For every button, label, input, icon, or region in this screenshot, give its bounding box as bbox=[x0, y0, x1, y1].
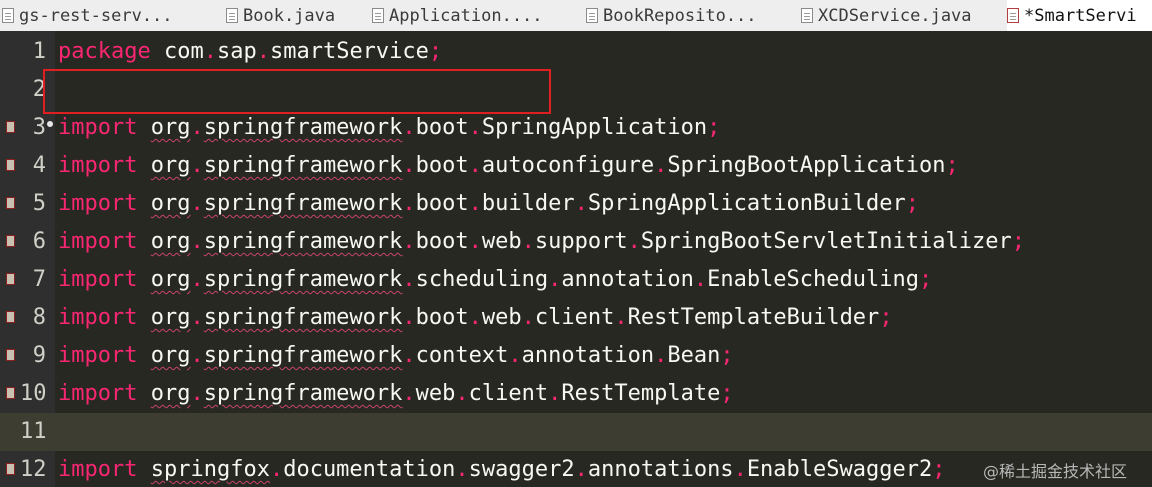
code-line[interactable]: 6 import org.springframework.boot.web.sup… bbox=[0, 223, 1152, 261]
code-line[interactable]: 1 package com.sap.smartService; bbox=[0, 33, 1152, 71]
tab-xcdservice-java[interactable]: XCDService.java bbox=[801, 0, 999, 31]
watermark: @稀土掘金技术社区 bbox=[983, 462, 1128, 481]
tab-book-java[interactable]: Book.java bbox=[226, 0, 366, 31]
code-line[interactable]: 12 import springfox.documentation.swagger… bbox=[0, 451, 1152, 487]
code-text: import org.springframework.boot.SpringAp… bbox=[58, 115, 721, 140]
java-file-icon bbox=[801, 8, 813, 23]
code-line[interactable]: 5 import org.springframework.boot.builder… bbox=[0, 185, 1152, 223]
tab-application-java[interactable]: Application.... bbox=[372, 0, 584, 31]
fold-toggle-icon[interactable] bbox=[47, 121, 53, 127]
code-text: import org.springframework.boot.web.clie… bbox=[58, 305, 893, 330]
java-file-icon bbox=[226, 8, 238, 23]
tab-label: Book.java bbox=[243, 5, 336, 26]
keyword: import bbox=[58, 457, 138, 482]
code-text: import springfox.documentation.swagger2.… bbox=[58, 457, 946, 482]
line-number: 4 bbox=[32, 153, 46, 178]
warning-marker-icon[interactable] bbox=[6, 311, 15, 323]
keyword: import bbox=[58, 267, 138, 292]
keyword: import bbox=[58, 115, 138, 140]
code-line[interactable]: 7 import org.springframework.scheduling.a… bbox=[0, 261, 1152, 299]
code-line[interactable]: 8 import org.springframework.boot.web.cli… bbox=[0, 299, 1152, 337]
code-text: package com.sap.smartService; bbox=[58, 39, 443, 64]
keyword: import bbox=[58, 381, 138, 406]
tab-label: *SmartServi bbox=[1024, 5, 1137, 26]
line-number: 10 bbox=[20, 381, 47, 406]
java-file-icon bbox=[586, 8, 598, 23]
keyword: package bbox=[58, 39, 151, 64]
tab-label: gs-rest-serv... bbox=[19, 5, 173, 26]
warning-marker-icon[interactable] bbox=[6, 273, 15, 285]
editor-tab-bar: gs-rest-serv... Book.java Application...… bbox=[0, 0, 1152, 32]
code-line[interactable]: 3 import org.springframework.boot.SpringA… bbox=[0, 109, 1152, 147]
line-number: 8 bbox=[32, 305, 46, 330]
code-line[interactable]: 10 import org.springframework.web.client.… bbox=[0, 375, 1152, 413]
line-number: 7 bbox=[32, 267, 46, 292]
code-line[interactable]: 9 import org.springframework.context.anno… bbox=[0, 337, 1152, 375]
warning-marker-icon[interactable] bbox=[6, 387, 15, 399]
tab-gs-rest-service[interactable]: gs-rest-serv... bbox=[2, 0, 207, 31]
code-text: import org.springframework.scheduling.an… bbox=[58, 267, 933, 292]
code-line[interactable]: 4 import org.springframework.boot.autocon… bbox=[0, 147, 1152, 185]
line-number: 1 bbox=[32, 39, 46, 64]
line-number: 11 bbox=[20, 419, 47, 444]
keyword: import bbox=[58, 191, 138, 216]
java-file-error-icon bbox=[1007, 8, 1019, 23]
code-line[interactable]: 11 bbox=[0, 413, 1152, 451]
java-file-icon bbox=[372, 8, 384, 23]
tab-label: Application.... bbox=[389, 5, 543, 26]
code-editor[interactable]: 1 package com.sap.smartService; 2 3 import o… bbox=[0, 31, 1152, 487]
java-file-icon bbox=[2, 8, 14, 23]
tab-smartservice-active[interactable]: *SmartServi bbox=[1007, 0, 1152, 31]
package-highlight-box bbox=[43, 69, 551, 114]
tab-label: XCDService.java bbox=[818, 5, 972, 26]
warning-marker-icon[interactable] bbox=[6, 235, 15, 247]
code-text: import org.springframework.boot.autoconf… bbox=[58, 153, 959, 178]
keyword: import bbox=[58, 343, 138, 368]
warning-marker-icon[interactable] bbox=[6, 197, 15, 209]
line-number: 12 bbox=[20, 457, 47, 482]
line-number: 3 bbox=[32, 115, 46, 140]
keyword: import bbox=[58, 229, 138, 254]
code-text: import org.springframework.context.annot… bbox=[58, 343, 734, 368]
warning-marker-icon[interactable] bbox=[6, 159, 15, 171]
tab-label: BookReposito... bbox=[603, 5, 757, 26]
line-number: 6 bbox=[32, 229, 46, 254]
keyword: import bbox=[58, 305, 138, 330]
warning-marker-icon[interactable] bbox=[6, 349, 15, 361]
tab-book-repository[interactable]: BookReposito... bbox=[586, 0, 791, 31]
code-text: import org.springframework.boot.web.supp… bbox=[58, 229, 1025, 254]
code-text: import org.springframework.web.client.Re… bbox=[58, 381, 734, 406]
code-text: import org.springframework.boot.builder.… bbox=[58, 191, 920, 216]
line-number: 5 bbox=[32, 191, 46, 216]
warning-marker-icon[interactable] bbox=[6, 121, 15, 133]
keyword: import bbox=[58, 153, 138, 178]
line-number: 9 bbox=[32, 343, 46, 368]
warning-marker-icon[interactable] bbox=[6, 463, 15, 475]
